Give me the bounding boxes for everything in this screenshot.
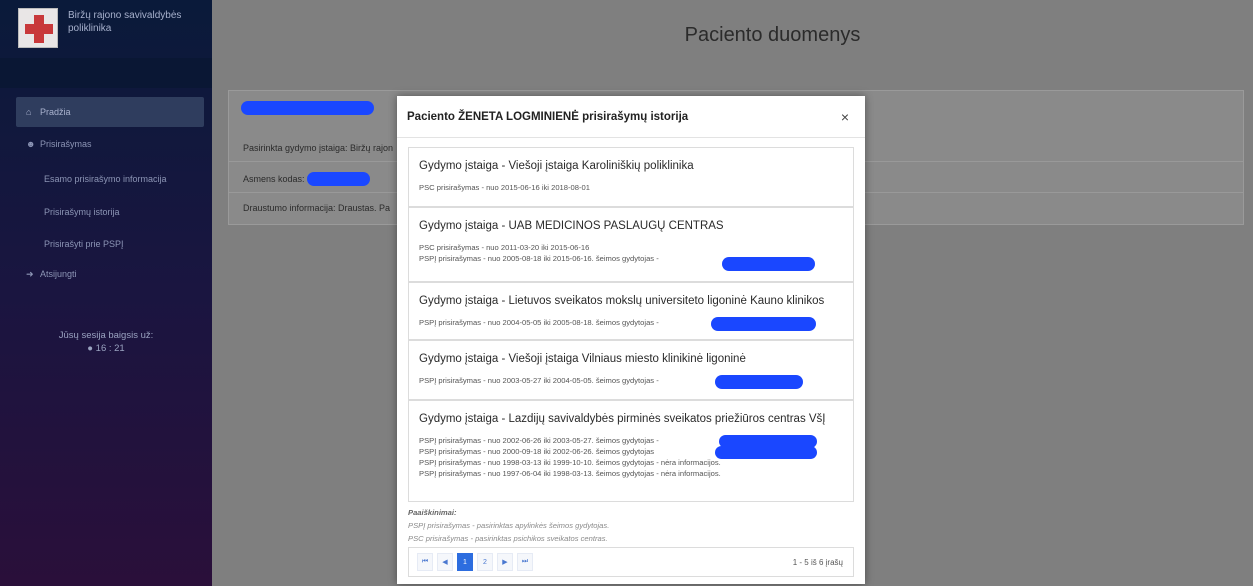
last-page-button[interactable]: ⏭ (517, 553, 533, 571)
sidebar-item-registration-history[interactable]: Prisirašymų istorija (44, 207, 120, 217)
history-entry: Gydymo įstaiga - Lietuvos sveikatos moks… (408, 282, 854, 340)
entry-title: Gydymo įstaiga - Lietuvos sveikatos moks… (419, 295, 825, 307)
sidebar-item-register-pspi[interactable]: Prisirašyti prie PSPĮ (44, 239, 124, 249)
history-modal: Paciento ŽENETA LOGMINIENĖ prisirašymų i… (397, 96, 865, 584)
notes: Paaiškinimai: PSPĮ prisirašymas - pasiri… (408, 506, 854, 545)
sidebar: Biržų rajono savivaldybės poliklinika ⌂ … (0, 0, 212, 586)
entry-title: Gydymo įstaiga - Viešoji įstaiga Karolin… (419, 160, 694, 172)
session-time: 16 : 21 (95, 343, 125, 354)
page-1-button[interactable]: 1 (457, 553, 473, 571)
brand-divider (0, 58, 212, 88)
redaction (307, 172, 370, 186)
sidebar-item-registration[interactable]: ☻ Prisirašymas (16, 129, 204, 159)
page-2-button[interactable]: 2 (477, 553, 493, 571)
notes-line: PSPĮ prisirašymas - pasirinktas apylinkė… (408, 521, 610, 530)
page-header: Paciento duomenys (212, 0, 1253, 70)
prev-page-button[interactable]: ◀ (437, 553, 453, 571)
page-title: Paciento duomenys (684, 23, 861, 46)
first-page-button[interactable]: ⏮ (417, 553, 433, 571)
entry-line: PSPĮ prisirašymas - nuo 1997-06-04 iki 1… (419, 469, 721, 478)
panel-row-text: Draustumo informacija: Draustas. Pa (243, 203, 391, 213)
sidebar-item-logout[interactable]: ➜ Atsijungti (16, 259, 204, 289)
brand-name: Biržų rajono savivaldybės poliklinika (68, 10, 182, 34)
history-entry: Gydymo įstaiga - Lazdijų savivaldybės pi… (408, 400, 854, 502)
panel-row-text: Pasirinkta gydymo įstaiga: Biržų rajon (243, 142, 394, 153)
redaction (722, 257, 815, 271)
redaction (711, 317, 816, 331)
logo (18, 8, 58, 48)
modal-header: Paciento ŽENETA LOGMINIENĖ prisirašymų i… (397, 96, 865, 138)
record-count: 1 - 5 iš 6 įrašų (792, 557, 843, 567)
history-entry: Gydymo įstaiga - Viešoji įstaiga Karolin… (408, 147, 854, 207)
redaction (241, 101, 374, 115)
history-entry: Gydymo įstaiga - Viešoji įstaiga Vilniau… (408, 340, 854, 400)
notes-line: PSC prisirašymas - pasirinktas psichikos… (408, 534, 608, 543)
home-icon: ⌂ (26, 107, 32, 117)
user-plus-icon: ☻ (26, 139, 36, 149)
panel-row-text: Asmens kodas: (243, 173, 305, 184)
entry-title: Gydymo įstaiga - UAB MEDICINOS PASLAUGŲ … (419, 220, 724, 232)
clock-icon: ● (87, 343, 94, 354)
sign-out-icon: ➜ (26, 268, 34, 279)
entry-line: PSC prisirašymas - nuo 2015-06-16 iki 20… (419, 183, 590, 192)
sidebar-item-label: Prisirašymas (40, 139, 92, 149)
history-entry: Gydymo įstaiga - UAB MEDICINOS PASLAUGŲ … (408, 207, 854, 282)
session-timer: ● 16 : 21 (0, 343, 212, 354)
session-label: Jūsų sesija baigsis už: (58, 330, 154, 341)
notes-heading: Paaiškinimai: (408, 508, 457, 517)
entry-title: Gydymo įstaiga - Viešoji įstaiga Vilniau… (419, 353, 746, 365)
sidebar-item-current-registration[interactable]: Esamo prisirašymo informacija (44, 174, 167, 184)
redaction (715, 375, 803, 389)
redaction (715, 446, 817, 459)
pagination: ⏮ ◀ 1 2 ▶ ⏭ 1 - 5 iš 6 įrašų (408, 547, 854, 577)
modal-title: Paciento ŽENETA LOGMINIENĖ prisirašymų i… (407, 110, 689, 123)
sidebar-item-home[interactable]: ⌂ Pradžia (16, 97, 204, 127)
sidebar-item-label: Pradžia (40, 107, 71, 117)
sidebar-item-label: Atsijungti (40, 269, 77, 279)
next-page-button[interactable]: ▶ (497, 553, 513, 571)
close-button[interactable]: × (841, 109, 849, 125)
entry-title: Gydymo įstaiga - Lazdijų savivaldybės pi… (419, 413, 826, 425)
entry-line: PSC prisirašymas - nuo 2011-03-20 iki 20… (419, 243, 590, 252)
